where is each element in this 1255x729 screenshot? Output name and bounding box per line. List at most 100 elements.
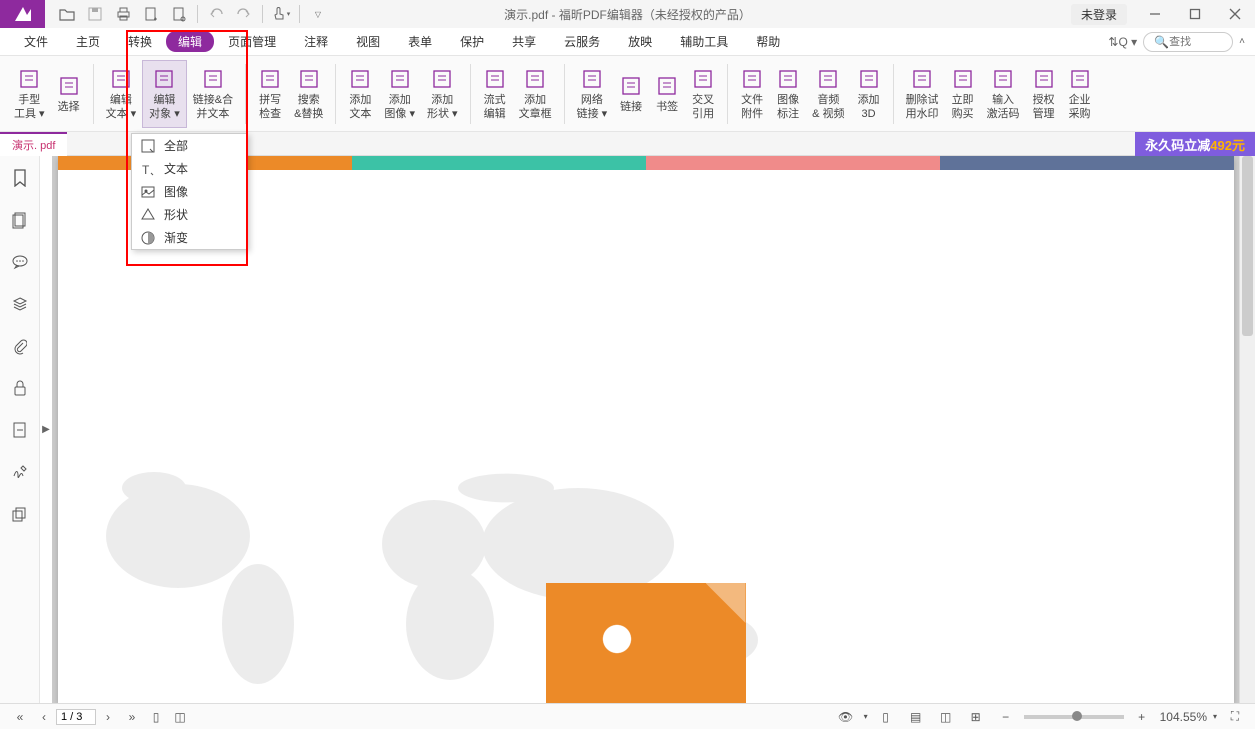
bookmark-icon[interactable] xyxy=(8,166,32,190)
save-icon[interactable] xyxy=(81,0,109,28)
reflow-icon[interactable]: ⊞ xyxy=(964,706,988,728)
minimize-icon[interactable] xyxy=(1135,0,1175,28)
ribbon-btn-17[interactable]: 图像 标注 xyxy=(770,60,806,128)
ribbon-btn-13[interactable]: 链接 xyxy=(613,60,649,128)
ribbon-btn-5[interactable]: 拼写 检查 xyxy=(252,60,288,128)
ribbon-btn-22[interactable]: 输入 激活码 xyxy=(981,60,1026,128)
next-page-icon[interactable]: › xyxy=(96,706,120,728)
eye-icon[interactable]: 👁 xyxy=(834,706,858,728)
ribbon-label: 授权 管理 xyxy=(1033,93,1055,122)
scrollbar-thumb[interactable] xyxy=(1242,156,1253,336)
left-nav xyxy=(0,156,40,703)
app-logo xyxy=(0,0,45,28)
page-new-icon[interactable] xyxy=(165,0,193,28)
document-tab[interactable]: 演示. pdf xyxy=(0,132,67,156)
page-input[interactable] xyxy=(56,709,96,725)
comment-icon[interactable] xyxy=(8,250,32,274)
ribbon-btn-20[interactable]: 删除试 用水印 xyxy=(900,60,945,128)
doc-minus-icon[interactable] xyxy=(8,418,32,442)
ribbon-icon xyxy=(152,67,176,91)
ribbon-btn-3[interactable]: 编辑 对象 ▾ xyxy=(142,60,187,128)
vertical-scrollbar[interactable] xyxy=(1239,156,1255,703)
search-input[interactable] xyxy=(1169,36,1219,48)
menu-item-12[interactable]: 辅助工具 xyxy=(666,29,742,54)
copy-icon[interactable] xyxy=(8,502,32,526)
ribbon-btn-6[interactable]: 搜索 &替换 xyxy=(288,60,329,128)
fit-visible-icon[interactable]: ◫ xyxy=(934,706,958,728)
page-add-icon[interactable] xyxy=(137,0,165,28)
menu-item-10[interactable]: 云服务 xyxy=(550,29,614,54)
security-icon[interactable] xyxy=(8,376,32,400)
ribbon-btn-23[interactable]: 授权 管理 xyxy=(1026,60,1062,128)
zoom-in-icon[interactable]: + xyxy=(1130,706,1154,728)
menu-item-6[interactable]: 视图 xyxy=(342,29,394,54)
menu-item-11[interactable]: 放映 xyxy=(614,29,666,54)
menu-item-3[interactable]: 编辑 xyxy=(166,31,214,52)
close-icon[interactable] xyxy=(1215,0,1255,28)
expand-panel-icon[interactable]: ▶ xyxy=(40,156,52,703)
menu-item-1[interactable]: 主页 xyxy=(62,29,114,54)
ribbon-btn-9[interactable]: 添加 形状 ▾ xyxy=(421,60,464,128)
ribbon-btn-2[interactable]: 编辑 文本 ▾ xyxy=(100,60,143,128)
ribbon-btn-15[interactable]: 交叉 引用 xyxy=(685,60,721,128)
menu-item-9[interactable]: 共享 xyxy=(498,29,550,54)
dropdown-item-gradient[interactable]: 渐变 xyxy=(132,226,247,249)
first-page-icon[interactable]: « xyxy=(8,706,32,728)
layout-single-icon[interactable]: ▯ xyxy=(144,706,168,728)
dropdown-item-image[interactable]: 图像 xyxy=(132,180,247,203)
ribbon-btn-11[interactable]: 添加 文章框 xyxy=(513,60,558,128)
open-icon[interactable] xyxy=(53,0,81,28)
ribbon-btn-12[interactable]: 网络 链接 ▾ xyxy=(571,60,614,128)
qat-more-icon[interactable]: ▽ xyxy=(304,0,332,28)
quick-access-toolbar: ▾ ▽ xyxy=(53,0,332,28)
sort-icon[interactable]: ⇅Q ▾ xyxy=(1108,35,1137,49)
ribbon-btn-8[interactable]: 添加 图像 ▾ xyxy=(378,60,421,128)
dropdown-item-shape[interactable]: 形状 xyxy=(132,203,247,226)
menu-item-2[interactable]: 转换 xyxy=(114,29,166,54)
pages-icon[interactable] xyxy=(8,208,32,232)
shape-icon xyxy=(140,207,156,223)
search-box[interactable]: 🔍 xyxy=(1143,32,1233,52)
ribbon-btn-19[interactable]: 添加 3D xyxy=(851,60,887,128)
ribbon-btn-7[interactable]: 添加 文本 xyxy=(342,60,378,128)
attachment-icon[interactable] xyxy=(8,334,32,358)
print-icon[interactable] xyxy=(109,0,137,28)
fullscreen-icon[interactable]: ⛶ xyxy=(1223,706,1247,728)
ribbon-btn-18[interactable]: 音频 & 视频 xyxy=(806,60,850,128)
ribbon-label: 链接 xyxy=(620,100,642,114)
dropdown-item-all[interactable]: 全部 xyxy=(132,134,247,157)
touch-icon[interactable]: ▾ xyxy=(267,0,295,28)
ribbon-btn-16[interactable]: 文件 附件 xyxy=(734,60,770,128)
menu-item-4[interactable]: 页面管理 xyxy=(214,29,290,54)
fit-width-icon[interactable]: ▤ xyxy=(904,706,928,728)
signature-icon[interactable] xyxy=(8,460,32,484)
menu-item-0[interactable]: 文件 xyxy=(10,29,62,54)
undo-icon[interactable] xyxy=(202,0,230,28)
prev-page-icon[interactable]: ‹ xyxy=(32,706,56,728)
zoom-out-icon[interactable]: − xyxy=(994,706,1018,728)
menu-item-8[interactable]: 保护 xyxy=(446,29,498,54)
menu-item-13[interactable]: 帮助 xyxy=(742,29,794,54)
ribbon-btn-1[interactable]: 选择 xyxy=(51,60,87,128)
menu-item-5[interactable]: 注释 xyxy=(290,29,342,54)
redo-icon[interactable] xyxy=(230,0,258,28)
zoom-slider[interactable] xyxy=(1024,715,1124,719)
ribbon-icon xyxy=(388,67,412,91)
fit-page-icon[interactable]: ▯ xyxy=(874,706,898,728)
layout-double-icon[interactable]: ◫ xyxy=(168,706,192,728)
promo-banner[interactable]: 永久码立减492元 xyxy=(1135,132,1255,156)
menu-expand-icon[interactable]: ˄ xyxy=(1239,36,1245,47)
last-page-icon[interactable]: » xyxy=(120,706,144,728)
menu-item-7[interactable]: 表单 xyxy=(394,29,446,54)
ribbon-btn-4[interactable]: 链接&合 并文本 xyxy=(187,60,239,128)
layers-icon[interactable] xyxy=(8,292,32,316)
ribbon-btn-24[interactable]: 企业 采购 xyxy=(1062,60,1098,128)
login-button[interactable]: 未登录 xyxy=(1071,4,1127,25)
ribbon-btn-14[interactable]: 书签 xyxy=(649,60,685,128)
ribbon-btn-21[interactable]: 立即 购买 xyxy=(945,60,981,128)
dropdown-item-text[interactable]: T文本 xyxy=(132,157,247,180)
ribbon-label: 输入 激活码 xyxy=(987,93,1020,122)
maximize-icon[interactable] xyxy=(1175,0,1215,28)
ribbon-btn-10[interactable]: 流式 编辑 xyxy=(477,60,513,128)
ribbon-btn-0[interactable]: 手型 工具 ▾ xyxy=(8,60,51,128)
